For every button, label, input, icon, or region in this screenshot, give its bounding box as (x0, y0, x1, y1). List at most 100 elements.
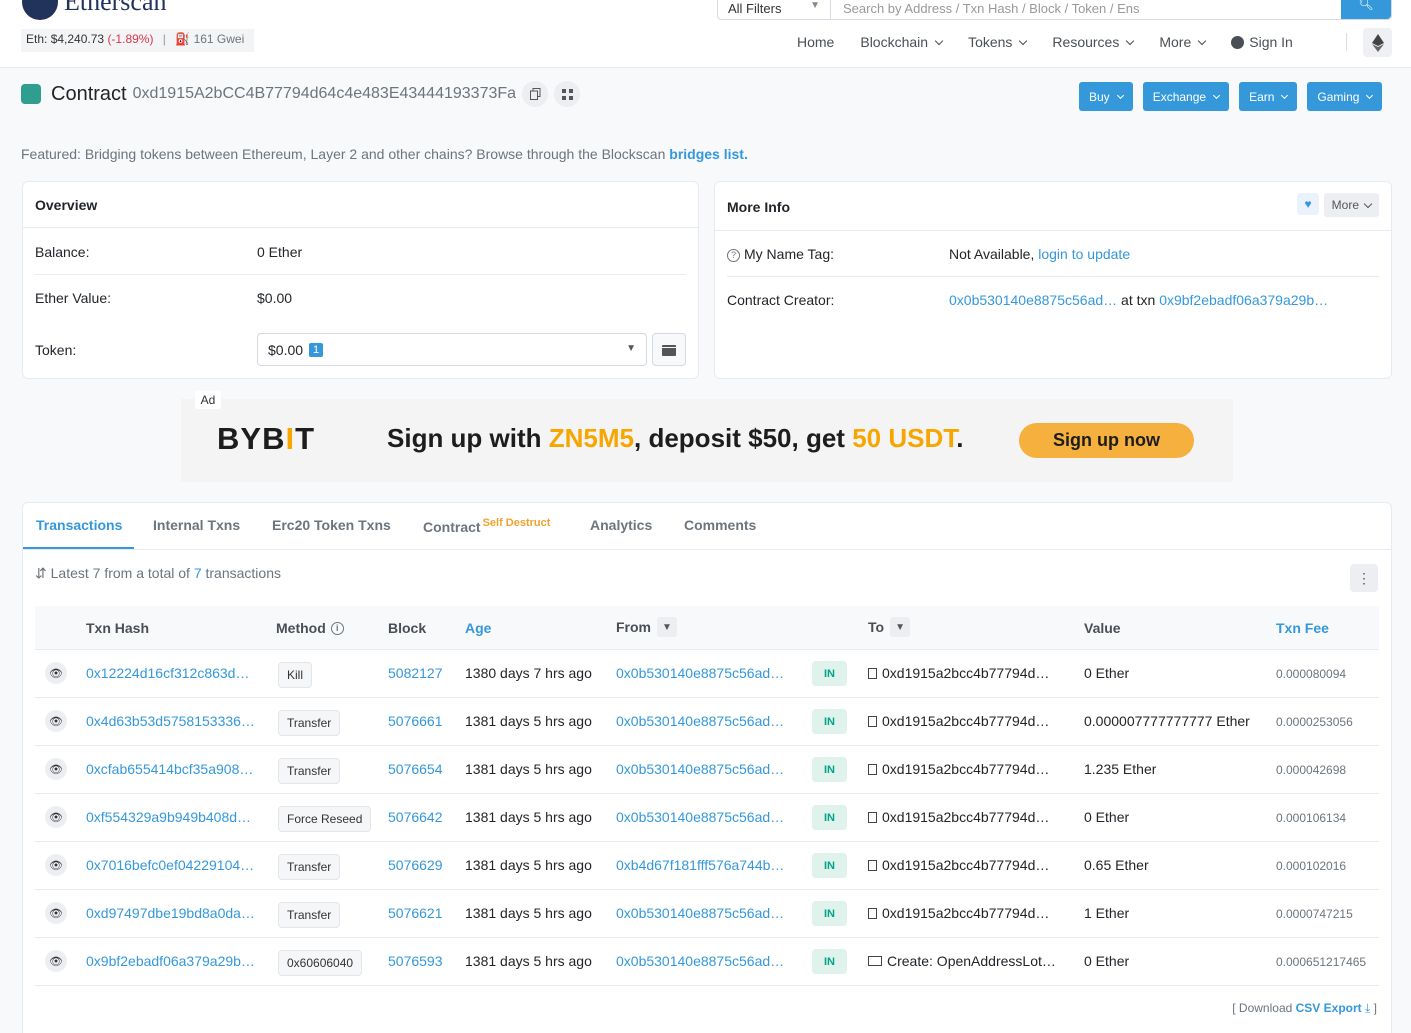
earn-button[interactable]: Earn (1239, 82, 1298, 111)
table-row: 👁︎ 0x9bf2ebadf06a379a29b… 0x60606040 507659… (35, 938, 1379, 986)
block-link[interactable]: 5076621 (388, 905, 443, 921)
table-row: 👁︎ 0x7016befc0ef04229104… Transfer 5076629 1… (35, 842, 1379, 890)
name-tag-row: ? My Name Tag: Not Available, login to up… (727, 232, 1379, 277)
exchange-button-label: Exchange (1152, 89, 1207, 104)
token-holdings-select[interactable]: $0.00 1 ▼ (257, 333, 647, 366)
ethereum-icon (1371, 33, 1384, 52)
chevron-down-icon (1366, 91, 1374, 99)
view-details-button[interactable]: 👁︎ (45, 758, 67, 780)
info-icon[interactable]: i (330, 621, 344, 635)
tab-erc20-token-txns[interactable]: Erc20 Token Txns (272, 517, 391, 533)
tab-contract[interactable]: Contract Self Destruct (423, 517, 550, 535)
txn-hash-link[interactable]: 0x12224d16cf312c863d… (86, 665, 256, 681)
block-link[interactable]: 5076642 (388, 809, 443, 825)
nav-resources[interactable]: Resources (1052, 34, 1135, 50)
method-badge: Transfer (278, 854, 341, 880)
from-address-link[interactable]: 0x0b530140e8875c56ad… (616, 953, 786, 969)
contract-file-icon (868, 716, 877, 727)
txn-age: 1381 days 5 hrs ago (465, 809, 592, 825)
col-age-toggle[interactable]: Age (465, 620, 491, 636)
csv-export-link[interactable]: CSV Export (1296, 1001, 1362, 1015)
creator-txn-link[interactable]: 0x9bf2ebadf06a379a29b… (1159, 292, 1328, 308)
view-details-button[interactable]: 👁︎ (45, 902, 67, 924)
block-link[interactable]: 5076661 (388, 713, 443, 729)
ad-signup-button[interactable]: Sign up now (1019, 423, 1194, 458)
bridges-list-link[interactable]: bridges list. (669, 146, 748, 162)
token-holdings-button[interactable] (652, 333, 686, 366)
view-details-button[interactable]: 👁︎ (45, 662, 67, 684)
nav-tokens[interactable]: Tokens (968, 34, 1028, 50)
page-title: Contract (51, 82, 127, 105)
nav-home[interactable]: Home (797, 34, 834, 50)
etherscan-logo[interactable]: Etherscan (22, 0, 167, 20)
search-filter-select[interactable]: All Filters ▼ (718, 0, 831, 19)
txn-value: 0 Ether (1084, 665, 1130, 681)
col-txn-fee-toggle[interactable]: Txn Fee (1276, 620, 1329, 636)
txn-hash-link[interactable]: 0x4d63b53d5758153336… (86, 713, 256, 729)
block-link[interactable]: 5076593 (388, 953, 443, 969)
from-address-link[interactable]: 0x0b530140e8875c56ad… (616, 905, 786, 921)
network-switch-button[interactable] (1363, 28, 1392, 57)
nav-sign-in[interactable]: Sign In (1231, 34, 1293, 50)
nav-more[interactable]: More (1159, 34, 1207, 50)
exchange-button[interactable]: Exchange (1142, 82, 1230, 111)
to-filter-button[interactable]: ▼ (890, 617, 911, 637)
view-details-button[interactable]: 👁︎ (45, 950, 67, 972)
price-divider: | (162, 32, 166, 46)
txn-age: 1381 days 5 hrs ago (465, 857, 592, 873)
block-link[interactable]: 5076654 (388, 761, 443, 777)
view-details-button[interactable]: 👁︎ (45, 854, 67, 876)
from-filter-button[interactable]: ▼ (657, 617, 677, 637)
search-input[interactable]: Search by Address / Txn Hash / Block / T… (831, 0, 1341, 19)
to-address[interactable]: 0xd1915a2bcc4b77794d… (868, 761, 1058, 777)
txn-value: 1.235 Ether (1084, 761, 1157, 777)
bybit-ad-banner[interactable]: BYBIT Sign up with ZN5M5, deposit $50, g… (181, 399, 1233, 482)
ether-value: $0.00 (257, 290, 293, 306)
nav-tokens-label: Tokens (968, 34, 1013, 50)
to-address[interactable]: 0xd1915a2bcc4b77794d… (868, 809, 1058, 825)
copy-address-button[interactable] (522, 81, 549, 107)
table-options-button[interactable]: ⋮ (1350, 564, 1378, 592)
txn-hash-link[interactable]: 0xcfab655414bcf35a908… (86, 761, 256, 777)
tab-analytics[interactable]: Analytics (590, 517, 652, 533)
summary-count-link[interactable]: 7 (194, 565, 202, 581)
from-address-link[interactable]: 0xb4d67f181fff576a744b… (616, 857, 786, 873)
to-address[interactable]: 0xd1915a2bcc4b77794d… (868, 713, 1058, 729)
search-bar: All Filters ▼ Search by Address / Txn Ha… (717, 0, 1392, 20)
from-address-link[interactable]: 0x0b530140e8875c56ad… (616, 713, 786, 729)
col-to: To ▼ (868, 617, 911, 637)
to-address[interactable]: 0xd1915a2bcc4b77794d… (868, 665, 1058, 681)
tab-transactions[interactable]: Transactions (36, 517, 122, 533)
buy-button[interactable]: Buy (1079, 82, 1133, 111)
to-address[interactable]: 0xd1915a2bcc4b77794d… (868, 857, 1058, 873)
from-address-link[interactable]: 0x0b530140e8875c56ad… (616, 761, 786, 777)
qr-code-button[interactable] (554, 81, 581, 107)
block-link[interactable]: 5076629 (388, 857, 443, 873)
block-link[interactable]: 5082127 (388, 665, 443, 681)
to-address[interactable]: 0xd1915a2bcc4b77794d… (868, 905, 1058, 921)
txn-value: 0 Ether (1084, 809, 1130, 825)
self-destruct-tag: Self Destruct (482, 517, 551, 529)
method-badge: 0x60606040 (278, 950, 363, 976)
watchlist-button[interactable]: ♥ (1297, 193, 1319, 215)
more-options-button[interactable]: More (1323, 193, 1379, 217)
txn-hash-link[interactable]: 0xd97497dbe19bd8a0da… (86, 905, 256, 921)
from-address-link[interactable]: 0x0b530140e8875c56ad… (616, 665, 786, 681)
gaming-button[interactable]: Gaming (1307, 82, 1383, 111)
gas-price-link[interactable]: 161 Gwei (194, 32, 245, 46)
view-details-button[interactable]: 👁︎ (45, 806, 67, 828)
login-to-update-link[interactable]: login to update (1038, 246, 1130, 262)
view-details-button[interactable]: 👁︎ (45, 710, 67, 732)
txn-hash-link[interactable]: 0x9bf2ebadf06a379a29b… (86, 953, 256, 969)
creator-address-link[interactable]: 0x0b530140e8875c56ad… (949, 292, 1117, 308)
from-address-link[interactable]: 0x0b530140e8875c56ad… (616, 809, 786, 825)
to-address-text: 0xd1915a2bcc4b77794d… (882, 809, 1050, 825)
to-address[interactable]: Create: OpenAddressLot… (868, 953, 1058, 969)
search-button[interactable]: 🔍︎ (1341, 0, 1391, 19)
txn-hash-link[interactable]: 0x7016befc0ef04229104… (86, 857, 256, 873)
tab-internal-txns[interactable]: Internal Txns (153, 517, 240, 533)
nav-blockchain[interactable]: Blockchain (860, 34, 944, 50)
tab-comments[interactable]: Comments (684, 517, 756, 533)
txn-hash-link[interactable]: 0xf554329a9b949b408d… (86, 809, 256, 825)
eth-price-link[interactable]: $4,240.73 (51, 32, 104, 46)
